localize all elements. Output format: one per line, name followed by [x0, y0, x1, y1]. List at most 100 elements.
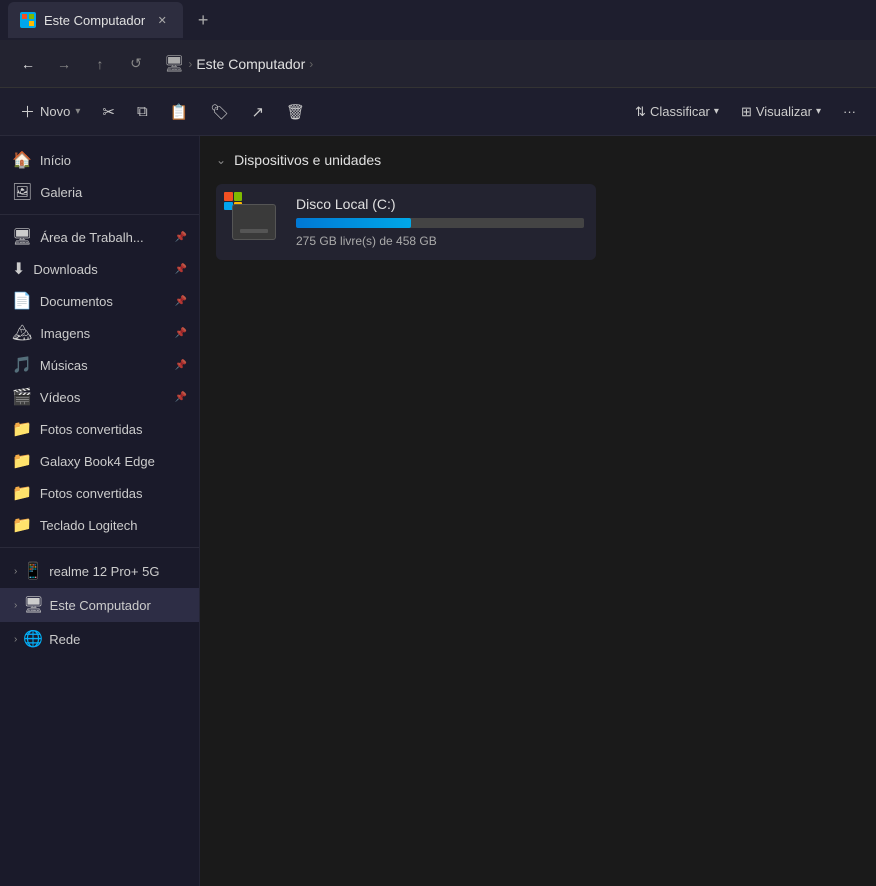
sidebar-item-imagens[interactable]: 🏔 Imagens 📌	[0, 317, 199, 349]
refresh-button[interactable]: ↺	[120, 48, 152, 80]
main-layout: 🏠 Início 🖼 Galeria 🖥 Área de Trabalh... …	[0, 136, 876, 886]
copy-icon: ⧉	[137, 103, 148, 120]
folder1-icon: 📁	[12, 419, 32, 439]
section-header: ⌄ Dispositivos e unidades	[216, 152, 860, 168]
paste-button[interactable]: 📋	[160, 98, 199, 126]
documentos-label: Documentos	[40, 294, 167, 309]
new-label: Novo	[40, 104, 70, 119]
sidebar-item-este-computador[interactable]: › 🖥 Este Computador	[0, 588, 199, 622]
sidebar-item-inicio[interactable]: 🏠 Início	[0, 144, 199, 176]
imagens-label: Imagens	[40, 326, 166, 341]
sidebar-item-downloads[interactable]: ⬇ Downloads 📌	[0, 253, 199, 285]
new-tab-button[interactable]: +	[187, 4, 219, 36]
inicio-label: Início	[40, 153, 187, 168]
videos-icon: 🎬	[12, 387, 32, 407]
title-bar: Este Computador ✕ +	[0, 0, 876, 40]
gallery-icon: 🖼	[12, 182, 32, 202]
sidebar-divider-2	[0, 547, 199, 548]
active-tab[interactable]: Este Computador ✕	[8, 2, 183, 38]
drive-name: Disco Local (C:)	[296, 196, 584, 212]
desktop-icon: 🖥	[12, 227, 32, 247]
home-icon: 🏠	[12, 150, 32, 170]
folder3-icon: 📁	[12, 515, 32, 535]
copy-button[interactable]: ⧉	[127, 98, 158, 125]
este-computador-label: Este Computador	[50, 598, 189, 613]
sort-icon: ⇅	[635, 104, 646, 120]
new-chevron-icon: ▾	[75, 106, 80, 117]
folder2-icon: 📁	[12, 483, 32, 503]
tab-title-text: Este Computador	[44, 13, 145, 28]
rede-label: Rede	[49, 632, 189, 647]
cut-icon: ✂	[102, 103, 115, 121]
win-logo-q1	[224, 192, 233, 201]
sidebar-divider-1	[0, 214, 199, 215]
monitor-icon: 🖥	[164, 54, 184, 74]
sidebar-item-rede[interactable]: › 🌐 Rede	[0, 622, 199, 656]
delete-icon: 🗑	[286, 103, 305, 121]
paste-icon: 📋	[170, 103, 189, 121]
drive-card-c[interactable]: Disco Local (C:) 275 GB livre(s) de 458 …	[216, 184, 596, 260]
sidebar-item-realme[interactable]: › 📱 realme 12 Pro+ 5G	[0, 554, 199, 588]
sidebar-item-videos[interactable]: 🎬 Vídeos 📌	[0, 381, 199, 413]
view-label: Visualizar	[756, 104, 812, 119]
sidebar-item-teclado[interactable]: 📁 Teclado Logitech	[0, 509, 199, 541]
navigation-bar: ← → ↑ ↺ 🖥 › Este Computador ›	[0, 40, 876, 88]
sidebar-item-galaxy[interactable]: 📁 Galaxy Book4 Edge	[0, 445, 199, 477]
view-button[interactable]: ⊞ Visualizar ▾	[731, 99, 831, 125]
teclado-label: Teclado Logitech	[40, 518, 187, 533]
rename-button[interactable]: 🏷	[200, 98, 239, 126]
galaxy-icon: 📁	[12, 451, 32, 471]
drive-icon-container	[228, 196, 280, 248]
pin-icon-images: 📌	[175, 328, 187, 339]
address-chevron-end: ›	[309, 57, 313, 71]
music-icon: 🎵	[12, 355, 32, 375]
view-chevron-icon: ▾	[816, 106, 821, 117]
sidebar-item-fotos2[interactable]: 📁 Fotos convertidas	[0, 477, 199, 509]
back-button[interactable]: ←	[12, 48, 44, 80]
pin-icon-music: 📌	[175, 360, 187, 371]
section-chevron-icon: ⌄	[216, 153, 226, 167]
share-button[interactable]: ↗	[241, 98, 274, 126]
sidebar-item-documentos[interactable]: 📄 Documentos 📌	[0, 285, 199, 317]
sort-button[interactable]: ⇅ Classificar ▾	[625, 99, 729, 125]
toolbar-right: ⇅ Classificar ▾ ⊞ Visualizar ▾ ···	[625, 99, 866, 125]
documents-icon: 📄	[12, 291, 32, 311]
chevron-realme: ›	[14, 566, 17, 577]
pin-icon-videos: 📌	[175, 392, 187, 403]
new-icon: ＋	[20, 101, 35, 122]
sidebar-item-musicas[interactable]: 🎵 Músicas 📌	[0, 349, 199, 381]
fotos1-label: Fotos convertidas	[40, 422, 187, 437]
realme-label: realme 12 Pro+ 5G	[49, 564, 189, 579]
galeria-label: Galeria	[40, 185, 187, 200]
sort-chevron-icon: ▾	[714, 106, 719, 117]
hdd-icon	[232, 204, 276, 240]
sort-label: Classificar	[650, 104, 710, 119]
images-icon: 🏔	[12, 323, 32, 343]
view-icon: ⊞	[741, 104, 752, 120]
sidebar-item-area-trabalho[interactable]: 🖥 Área de Trabalh... 📌	[0, 221, 199, 253]
tab-close-button[interactable]: ✕	[153, 11, 171, 29]
chevron-rede: ›	[14, 634, 17, 645]
fotos2-label: Fotos convertidas	[40, 486, 187, 501]
chevron-este-computador: ›	[14, 600, 17, 611]
pin-icon-desktop: 📌	[175, 232, 187, 243]
drive-space-text: 275 GB livre(s) de 458 GB	[296, 234, 584, 248]
win-logo-q2	[234, 192, 243, 201]
tab-icon	[20, 12, 36, 28]
more-button[interactable]: ···	[833, 99, 866, 124]
sidebar-item-fotos1[interactable]: 📁 Fotos convertidas	[0, 413, 199, 445]
galaxy-label: Galaxy Book4 Edge	[40, 454, 187, 469]
sidebar-item-galeria[interactable]: 🖼 Galeria	[0, 176, 199, 208]
area-trabalho-label: Área de Trabalh...	[40, 230, 166, 245]
pin-icon-docs: 📌	[175, 296, 187, 307]
content-area: ⌄ Dispositivos e unidades Disco Local (C…	[200, 136, 876, 886]
address-bar[interactable]: 🖥 › Este Computador ›	[164, 54, 313, 74]
forward-button[interactable]: →	[48, 48, 80, 80]
new-button[interactable]: ＋ Novo ▾	[10, 96, 90, 127]
cut-button[interactable]: ✂	[92, 98, 125, 126]
delete-button[interactable]: 🗑	[276, 98, 315, 126]
este-computador-icon: 🖥	[23, 595, 43, 615]
sidebar: 🏠 Início 🖼 Galeria 🖥 Área de Trabalh... …	[0, 136, 200, 886]
up-button[interactable]: ↑	[84, 48, 116, 80]
share-icon: ↗	[251, 103, 264, 121]
